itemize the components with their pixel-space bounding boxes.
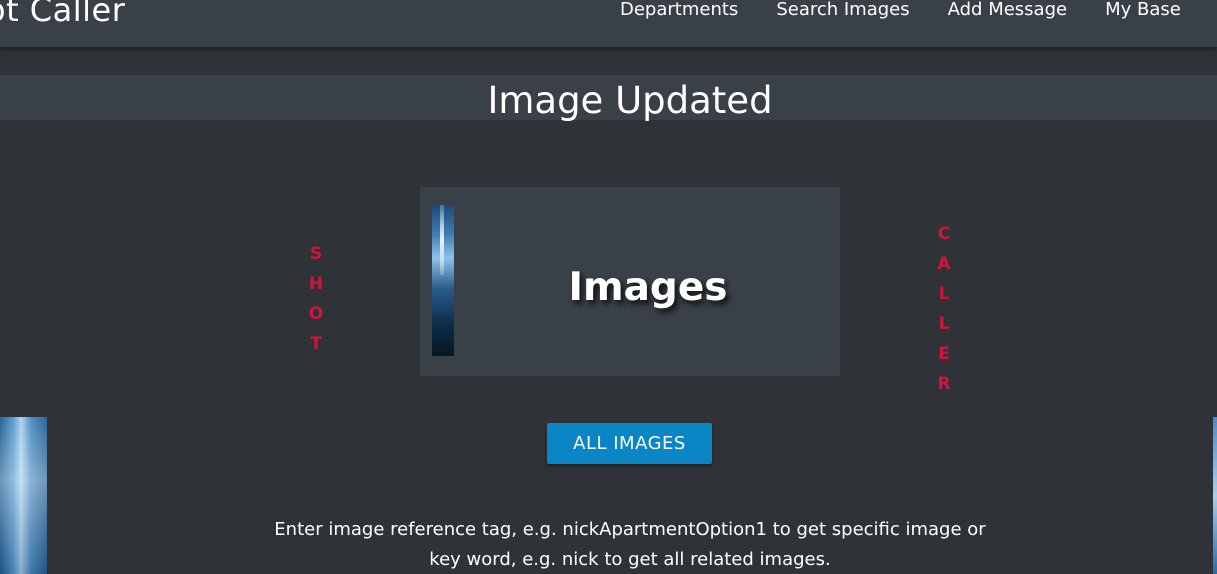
letter: L (938, 284, 950, 304)
letter: A (937, 254, 951, 274)
card-title: Images (568, 265, 728, 310)
nav-link-departments[interactable]: Departments (620, 0, 738, 24)
help-text-line-1: Enter image reference tag, e.g. nickApar… (274, 519, 986, 540)
letter: C (937, 224, 951, 244)
nav-link-my-base[interactable]: My Base (1105, 0, 1181, 24)
letter: H (308, 274, 324, 294)
help-text-line-2: key word, e.g. nick to get all related i… (429, 549, 831, 570)
nav-link-add-message[interactable]: Add Message (948, 0, 1067, 24)
images-card[interactable]: Images (420, 187, 840, 376)
letter: T (310, 334, 322, 354)
nav-links: Departments Search Images Add Message My… (620, 0, 1217, 25)
brand-link[interactable]: ot Caller (0, 0, 125, 32)
letter: O (308, 304, 324, 324)
page-title: Image Updated (487, 79, 773, 122)
letter: R (937, 374, 951, 394)
nav-link-search-images[interactable]: Search Images (776, 0, 909, 24)
vertical-word-caller: C A L L E R (934, 219, 954, 399)
letter: E (938, 344, 950, 364)
side-image-right (1213, 417, 1217, 574)
side-image-left (0, 417, 47, 574)
page: ot Caller Departments Search Images Add … (0, 0, 1217, 574)
all-images-button[interactable]: ALL IMAGES (547, 423, 712, 464)
letter: S (309, 244, 323, 264)
top-navbar: ot Caller Departments Search Images Add … (0, 0, 1217, 47)
help-text: Enter image reference tag, e.g. nickApar… (270, 515, 990, 574)
vertical-word-shot: S H O T (306, 239, 326, 359)
letter: L (938, 314, 950, 334)
